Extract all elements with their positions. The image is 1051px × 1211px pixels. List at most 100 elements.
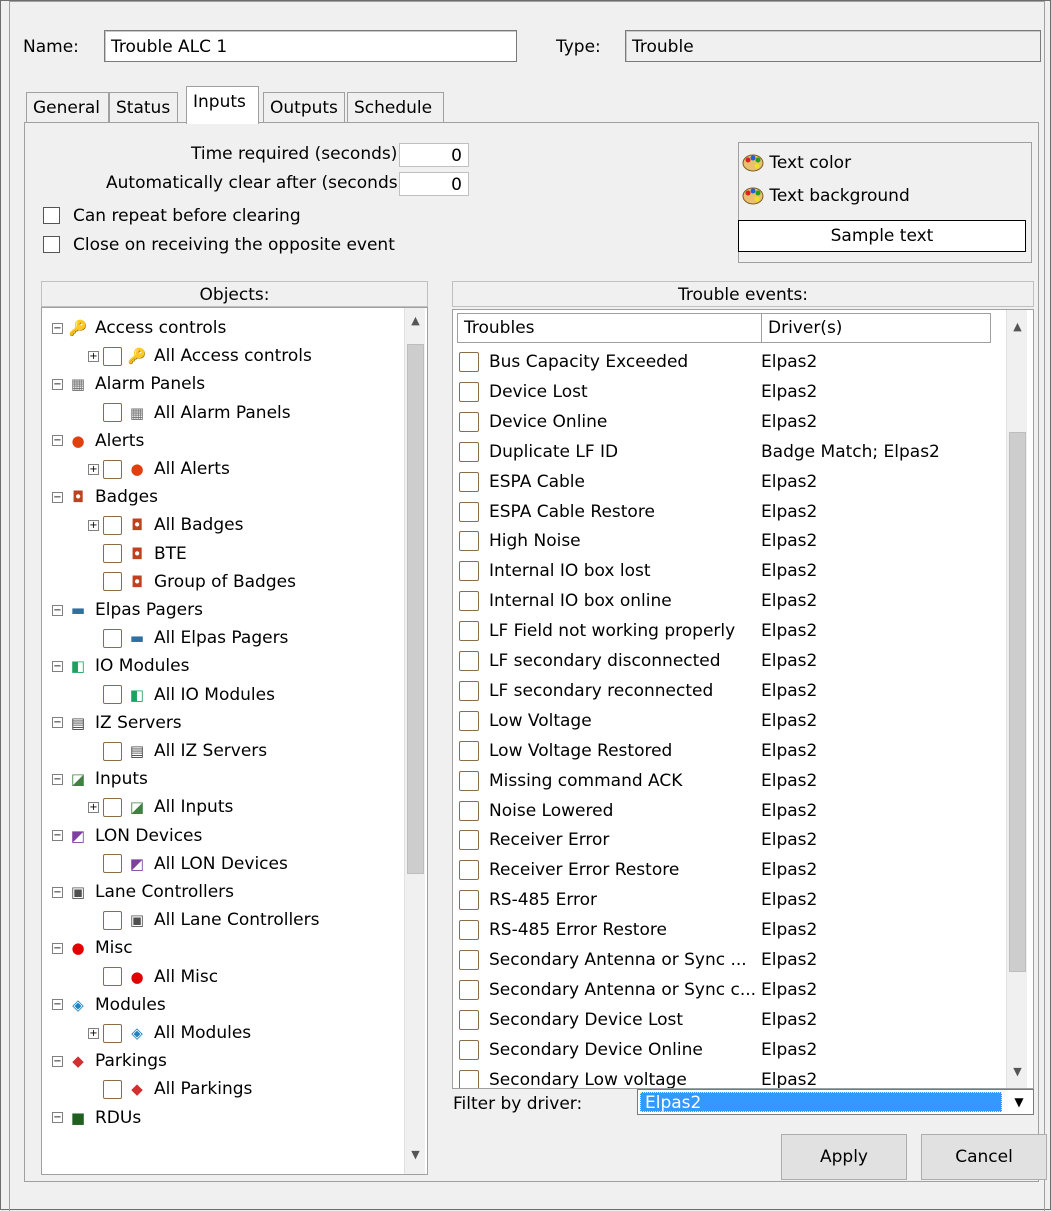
trouble-event-checkbox[interactable] — [459, 591, 479, 612]
trouble-event-checkbox[interactable] — [459, 531, 479, 552]
collapse-icon[interactable]: − — [52, 1055, 63, 1067]
collapse-icon[interactable]: − — [52, 435, 63, 447]
tree-item[interactable]: − ◩ LON Devices — [52, 822, 202, 850]
tree-item[interactable]: − ● Alerts — [52, 427, 144, 455]
trouble-event-row[interactable]: Internal IO box online Elpas2 — [459, 586, 999, 616]
trouble-event-checkbox[interactable] — [459, 800, 479, 821]
collapse-icon[interactable]: − — [52, 999, 63, 1011]
trouble-event-checkbox[interactable] — [459, 621, 479, 642]
tree-item[interactable]: − ◆ Parkings — [52, 1047, 167, 1075]
tree-item-checkbox[interactable] — [103, 572, 122, 592]
tree-item[interactable]: ▣ All Lane Controllers — [88, 906, 319, 934]
trouble-event-checkbox[interactable] — [459, 1039, 479, 1060]
tree-item[interactable]: ◘ BTE — [88, 540, 187, 568]
scrollbar-thumb[interactable] — [407, 344, 424, 874]
collapse-icon[interactable]: − — [52, 491, 63, 503]
tree-item[interactable]: − ◈ Modules — [52, 991, 166, 1019]
tree-item[interactable]: − ◪ Inputs — [52, 765, 148, 793]
cancel-button[interactable]: Cancel — [921, 1134, 1047, 1180]
tree-item[interactable]: ◧ All IO Modules — [88, 681, 275, 709]
trouble-event-row[interactable]: Bus Capacity Exceeded Elpas2 — [459, 347, 999, 377]
chevron-down-icon[interactable]: ▼ — [1005, 1090, 1033, 1114]
trouble-event-row[interactable]: Device Online Elpas2 — [459, 407, 999, 437]
filter-driver-select[interactable]: Elpas2 ▼ — [637, 1089, 1034, 1115]
tab-inputs[interactable]: Inputs — [186, 86, 259, 124]
trouble-event-checkbox[interactable] — [459, 501, 479, 522]
col-troubles-header[interactable]: Troubles — [457, 313, 763, 343]
collapse-icon[interactable]: − — [52, 378, 63, 390]
trouble-event-row[interactable]: LF Field not working properly Elpas2 — [459, 616, 999, 646]
trouble-event-checkbox[interactable] — [459, 920, 479, 941]
trouble-event-row[interactable]: Missing command ACK Elpas2 — [459, 766, 999, 796]
tree-item[interactable]: ◆ All Parkings — [88, 1075, 252, 1103]
tree-item-checkbox[interactable] — [103, 544, 122, 564]
trouble-event-checkbox[interactable] — [459, 979, 479, 1000]
tree-item-checkbox[interactable] — [103, 685, 122, 705]
trouble-event-row[interactable]: Secondary Device Online Elpas2 — [459, 1035, 999, 1065]
tree-item-checkbox[interactable] — [103, 459, 122, 479]
trouble-event-checkbox[interactable] — [459, 651, 479, 671]
tree-item[interactable]: − ▦ Alarm Panels — [52, 370, 205, 398]
tree-item[interactable]: ◘ Group of Badges — [88, 568, 296, 596]
tree-item-checkbox[interactable] — [103, 1079, 122, 1099]
trouble-event-row[interactable]: RS-485 Error Elpas2 — [459, 885, 999, 915]
trouble-event-checkbox[interactable] — [459, 352, 479, 372]
objects-scrollbar[interactable]: ▲ ▼ — [404, 308, 425, 1174]
tab-outputs[interactable]: Outputs — [263, 92, 345, 123]
tree-item[interactable]: ▦ All Alarm Panels — [88, 399, 291, 427]
tree-item[interactable]: + 🔑 All Access controls — [88, 342, 312, 370]
collapse-icon[interactable]: − — [52, 717, 63, 729]
trouble-event-row[interactable]: Receiver Error Restore Elpas2 — [459, 855, 999, 885]
tree-item-checkbox[interactable] — [103, 910, 122, 930]
trouble-event-checkbox[interactable] — [459, 860, 479, 881]
trouble-event-row[interactable]: Secondary Device Lost Elpas2 — [459, 1005, 999, 1035]
tree-item[interactable]: − ▣ Lane Controllers — [52, 878, 234, 906]
tree-item-checkbox[interactable] — [103, 628, 122, 648]
trouble-event-row[interactable]: RS-485 Error Restore Elpas2 — [459, 915, 999, 945]
expand-icon[interactable]: + — [88, 519, 99, 531]
collapse-icon[interactable]: − — [52, 604, 63, 616]
trouble-event-row[interactable]: Low Voltage Restored Elpas2 — [459, 736, 999, 766]
trouble-event-checkbox[interactable] — [459, 890, 479, 911]
trouble-event-row[interactable]: LF secondary disconnected Elpas2 — [459, 646, 999, 676]
time-required-input[interactable]: 0 — [399, 143, 469, 167]
tree-item[interactable]: + ◘ All Badges — [88, 511, 243, 539]
can-repeat-checkbox[interactable] — [43, 207, 60, 224]
trouble-event-checkbox[interactable] — [459, 680, 479, 701]
tree-item[interactable]: + ◈ All Modules — [88, 1019, 251, 1047]
col-drivers-header[interactable]: Driver(s) — [761, 313, 991, 343]
trouble-event-checkbox[interactable] — [459, 950, 479, 970]
trouble-event-checkbox[interactable] — [459, 561, 479, 582]
tree-item[interactable]: + ◪ All Inputs — [88, 793, 233, 821]
tree-item-checkbox[interactable] — [103, 967, 122, 987]
trouble-event-row[interactable]: ESPA Cable Restore Elpas2 — [459, 497, 999, 527]
trouble-event-row[interactable]: Low Voltage Elpas2 — [459, 706, 999, 736]
tree-item[interactable]: ◩ All LON Devices — [88, 850, 288, 878]
scroll-up-arrow-icon[interactable]: ▲ — [405, 314, 426, 334]
tree-item-checkbox[interactable] — [103, 515, 122, 535]
trouble-event-checkbox[interactable] — [459, 770, 479, 791]
trouble-event-checkbox[interactable] — [459, 471, 479, 492]
trouble-event-row[interactable]: LF secondary reconnected Elpas2 — [459, 676, 999, 706]
close-opposite-checkbox[interactable] — [43, 236, 60, 253]
trouble-event-checkbox[interactable] — [459, 441, 479, 462]
trouble-event-checkbox[interactable] — [459, 740, 479, 761]
tab-status[interactable]: Status — [109, 92, 178, 123]
trouble-event-row[interactable]: Secondary Antenna or Sync ... Elpas2 — [459, 945, 999, 975]
collapse-icon[interactable]: − — [52, 886, 63, 898]
tree-item-checkbox[interactable] — [103, 403, 122, 423]
text-background-button[interactable]: Text background — [742, 186, 910, 206]
tab-general[interactable]: General — [26, 92, 109, 123]
tab-schedule[interactable]: Schedule — [347, 92, 444, 123]
trouble-event-row[interactable]: Secondary Antenna or Sync c... Elpas2 — [459, 975, 999, 1005]
trouble-event-row[interactable]: ESPA Cable Elpas2 — [459, 467, 999, 497]
trouble-event-checkbox[interactable] — [459, 1009, 479, 1030]
trouble-event-row[interactable]: Secondary Low voltage Elpas2 — [459, 1065, 999, 1088]
tree-item[interactable]: ▬ All Elpas Pagers — [88, 624, 288, 652]
tree-item[interactable]: − ▬ Elpas Pagers — [52, 596, 203, 624]
trouble-event-row[interactable]: Internal IO box lost Elpas2 — [459, 556, 999, 586]
trouble-events-list[interactable]: Troubles Driver(s) Bus Capacity Exceeded… — [452, 309, 1034, 1089]
objects-tree[interactable]: − 🔑 Access controls + 🔑 All Access controls − ▦… — [41, 307, 428, 1175]
trouble-event-checkbox[interactable] — [459, 381, 479, 402]
name-input[interactable]: Trouble ALC 1 — [104, 30, 517, 62]
